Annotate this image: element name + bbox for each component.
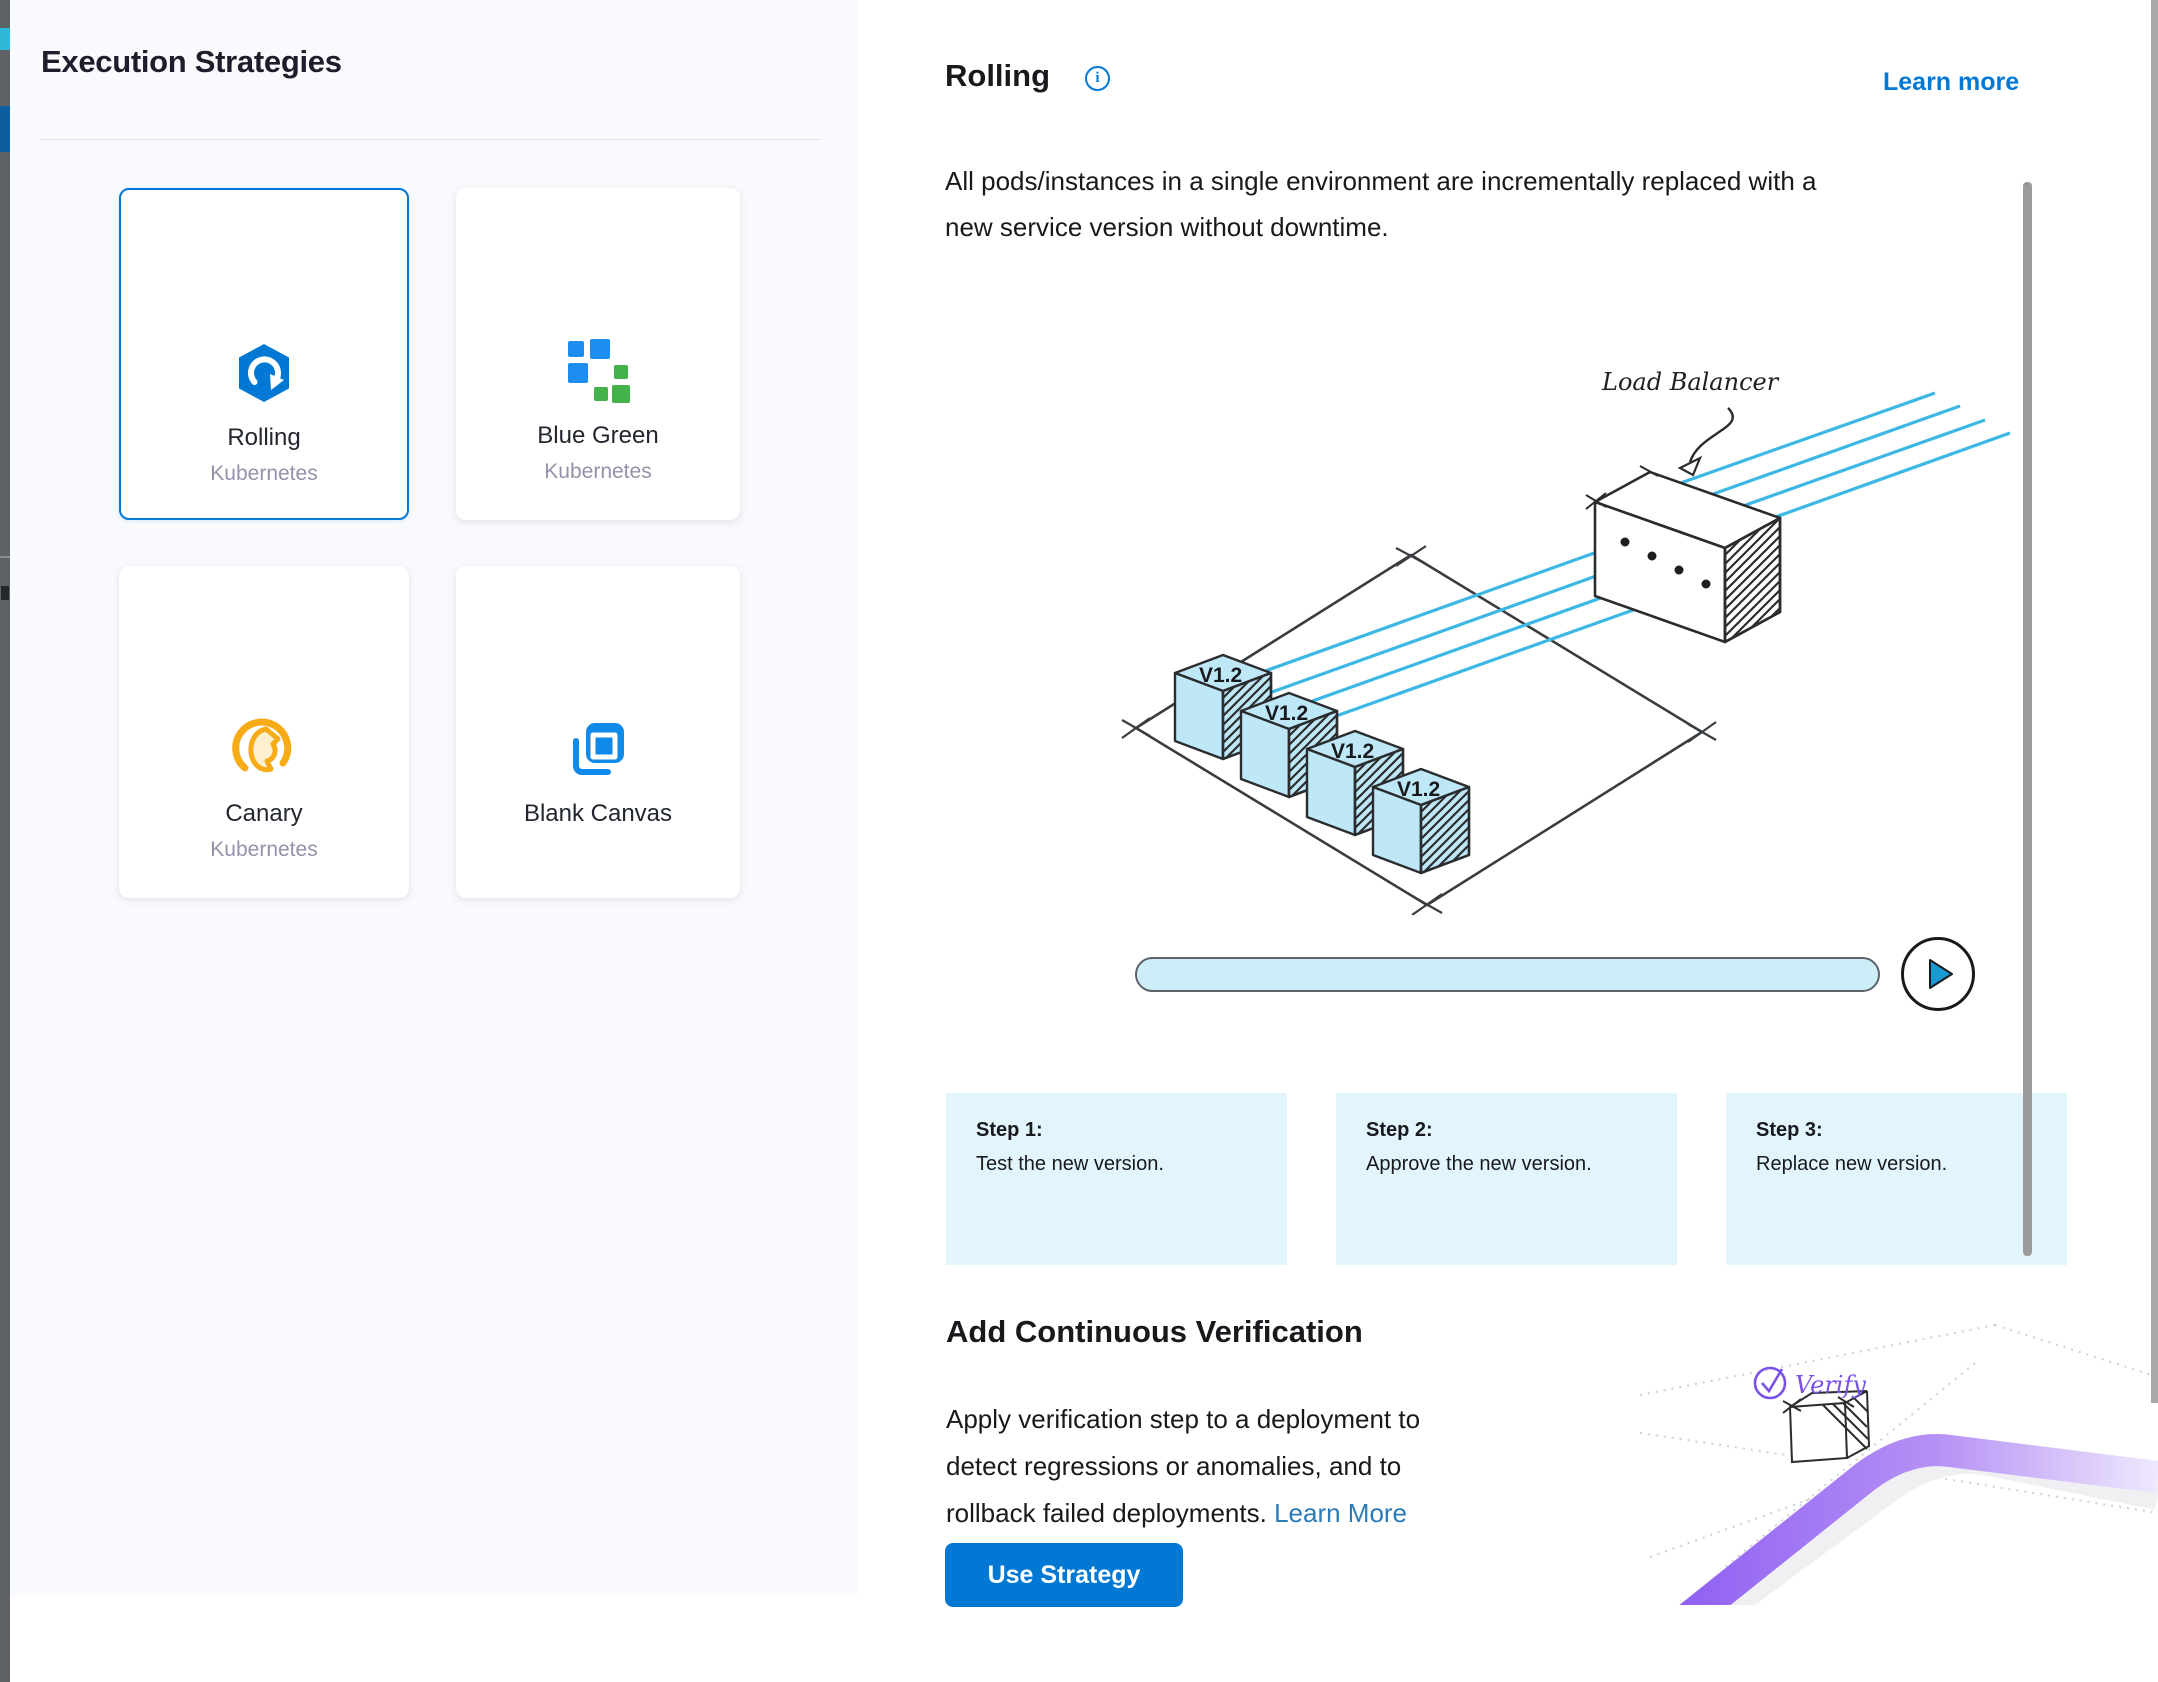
pod-version-label: V1.2 bbox=[1265, 702, 1308, 725]
load-balancer-label: Load Balancer bbox=[1601, 368, 1780, 396]
page-title: Execution Strategies bbox=[41, 44, 342, 80]
step-box-3: Step 3: Replace new version. bbox=[1726, 1093, 2067, 1265]
blue-green-icon bbox=[565, 338, 631, 404]
info-icon[interactable]: i bbox=[1085, 66, 1110, 91]
step-label: Step 1: bbox=[976, 1119, 1287, 1142]
title-divider bbox=[39, 139, 822, 140]
continuous-verification-body: Apply verification step to a deployment … bbox=[946, 1396, 1420, 1537]
sidebar-divider-sliver bbox=[0, 556, 10, 558]
blank-canvas-icon bbox=[565, 716, 631, 782]
continuous-verification-title: Add Continuous Verification bbox=[946, 1314, 1363, 1350]
play-button[interactable] bbox=[1901, 937, 1975, 1011]
step-label: Step 2: bbox=[1366, 1119, 1677, 1142]
animation-progress-bar[interactable] bbox=[1135, 957, 1880, 992]
strategy-card-rolling[interactable]: Rolling Kubernetes bbox=[119, 188, 409, 520]
strategy-card-label: Rolling bbox=[227, 424, 300, 452]
step-box-1: Step 1: Test the new version. bbox=[946, 1093, 1287, 1265]
step-text: Approve the new version. bbox=[1366, 1153, 1677, 1176]
strategy-card-subtitle: Kubernetes bbox=[544, 460, 651, 484]
strategy-card-blank-canvas[interactable]: Blank Canvas bbox=[456, 566, 740, 898]
pod-version-label: V1.2 bbox=[1397, 778, 1440, 801]
verify-label: Verify bbox=[1795, 1371, 1866, 1399]
sidebar-selected-item-sliver bbox=[0, 106, 10, 152]
app-sidebar-sliver bbox=[0, 0, 10, 1682]
strategy-card-label: Blank Canvas bbox=[524, 800, 672, 828]
use-strategy-button[interactable]: Use Strategy bbox=[945, 1543, 1183, 1607]
step-box-2: Step 2: Approve the new version. bbox=[1336, 1093, 1677, 1265]
step-text: Test the new version. bbox=[976, 1153, 1287, 1176]
canary-icon bbox=[231, 716, 297, 782]
rolling-icon bbox=[231, 340, 297, 406]
strategy-card-label: Canary bbox=[225, 800, 302, 828]
page-scrollbar[interactable] bbox=[2151, 0, 2158, 1403]
step-text: Replace new version. bbox=[1756, 1153, 2067, 1176]
pod-version-label: V1.2 bbox=[1199, 664, 1242, 687]
sidebar-icon-sliver bbox=[1, 586, 9, 600]
step-label: Step 3: bbox=[1756, 1119, 2067, 1142]
strategy-description: All pods/instances in a single environme… bbox=[945, 158, 1816, 250]
rolling-deployment-diagram: Load Balancer V1.2 V1.2 bbox=[1090, 290, 2020, 915]
pod-version-label: V1.2 bbox=[1331, 740, 1374, 763]
execution-strategies-screen: Execution Strategies Rolling Kubernetes bbox=[0, 0, 2158, 1682]
verify-illustration: Verify bbox=[1640, 1305, 2158, 1605]
learn-more-inline-link[interactable]: Learn More bbox=[1274, 1498, 1407, 1528]
strategy-detail-title: Rolling bbox=[945, 58, 1050, 94]
strategy-card-canary[interactable]: Canary Kubernetes bbox=[119, 566, 409, 898]
detail-pane-scrollbar[interactable] bbox=[2023, 182, 2032, 1256]
strategy-selection-panel: Execution Strategies Rolling Kubernetes bbox=[10, 0, 857, 1595]
sidebar-logo-sliver bbox=[0, 28, 10, 50]
play-icon bbox=[1916, 952, 1960, 996]
strategy-card-subtitle: Kubernetes bbox=[210, 838, 317, 862]
strategy-card-blue-green[interactable]: Blue Green Kubernetes bbox=[456, 188, 740, 520]
strategy-card-label: Blue Green bbox=[537, 422, 658, 450]
learn-more-link[interactable]: Learn more bbox=[1883, 68, 2019, 97]
strategy-card-subtitle: Kubernetes bbox=[210, 462, 317, 486]
